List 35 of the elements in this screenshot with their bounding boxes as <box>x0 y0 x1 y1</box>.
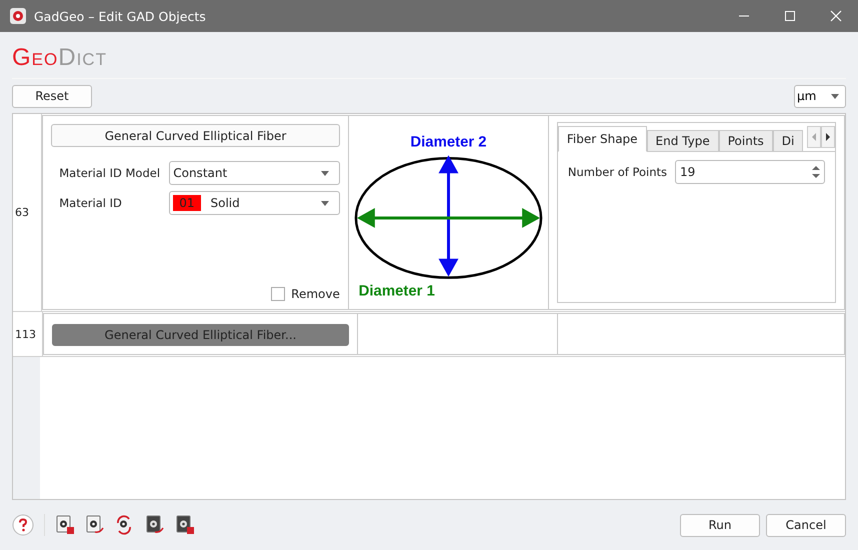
tab[interactable]: Fiber Shape <box>558 126 647 152</box>
diameter-label: Diameter 1 <box>358 282 435 300</box>
tab[interactable]: Points <box>718 130 773 152</box>
maximize-icon[interactable] <box>784 10 796 22</box>
logo-text: Geo <box>12 44 58 72</box>
dialog-button[interactable]: Run <box>680 514 760 536</box>
tab[interactable]: Di <box>772 130 804 152</box>
remove-checkbox[interactable] <box>271 287 286 301</box>
unit-dropdown[interactable]: µm <box>794 84 846 108</box>
remove-label: Remove <box>291 287 340 301</box>
spin-arrows-icon <box>812 165 820 179</box>
points-spinbox[interactable]: 19 <box>675 160 825 184</box>
logo-text: Dict <box>58 44 107 72</box>
dialog-button[interactable]: Cancel <box>766 514 846 536</box>
object-button[interactable]: General Curved Elliptical Fiber <box>51 124 340 147</box>
field-label: Number of Points <box>568 165 667 179</box>
scroll-right-icon[interactable] <box>821 126 835 148</box>
tab[interactable]: End Type <box>646 130 719 152</box>
caret-icon <box>320 170 329 176</box>
diameter-label: Diameter 2 <box>410 132 486 150</box>
material-badge: 01 <box>173 195 201 211</box>
close-icon[interactable] <box>830 10 842 22</box>
caret-icon <box>320 200 329 206</box>
material-dropdown[interactable]: Constant <box>169 161 340 185</box>
object-button[interactable]: General Curved Elliptical Fiber... <box>52 324 349 346</box>
app-icon <box>10 8 26 24</box>
row-header: 113 <box>13 312 43 356</box>
field-label: Material ID <box>59 196 123 210</box>
reset-button[interactable]: Reset <box>12 84 92 108</box>
window-title: GadGeo – Edit GAD Objects <box>34 8 206 24</box>
field-label: Material ID Model <box>59 166 162 180</box>
row-header: 63 <box>13 114 42 311</box>
help-icon[interactable] <box>12 514 34 536</box>
material-dropdown[interactable]: 01 Solid <box>169 191 340 215</box>
caret-icon <box>831 94 839 98</box>
